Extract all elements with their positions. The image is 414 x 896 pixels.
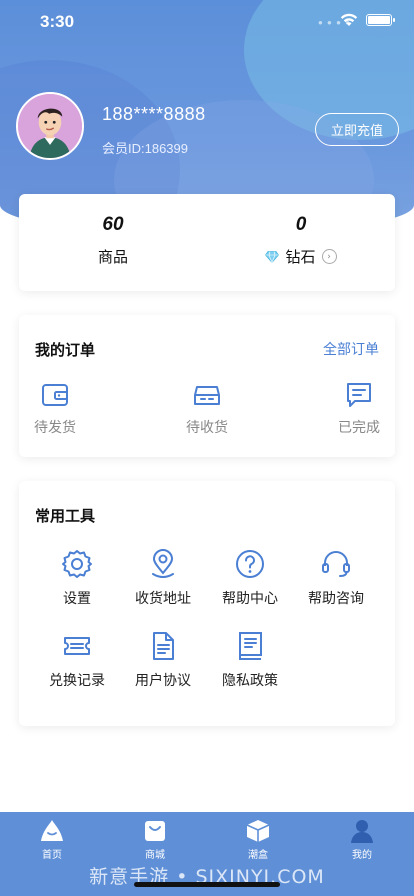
ticket-icon [64, 637, 90, 655]
order-pending-receipt[interactable]: 待收货 [167, 381, 247, 437]
tool-label: 用户协议 [135, 673, 191, 689]
status-bar: 3:30 ● ● ● ● [0, 0, 414, 44]
stat-products[interactable]: 60 商品 [19, 214, 207, 267]
stats-card: 60 商品 0 钻石 › [19, 194, 395, 291]
book-icon [239, 632, 262, 660]
tools-title: 常用工具 [35, 507, 96, 525]
tool-user-agreement[interactable]: 用户协议 [120, 630, 206, 690]
tools-card: 常用工具 设置 收货地址 帮助中心 帮助咨询 兑换记录 用户协议 隐私政策 [19, 481, 395, 726]
document-icon [153, 632, 174, 660]
orders-card: 我的订单 全部订单 待发货 待收货 已完成 [19, 315, 395, 457]
order-completed[interactable]: 已完成 [319, 381, 399, 437]
tab-label: 商城 [145, 850, 165, 861]
wifi-icon [340, 13, 358, 26]
tab-label: 我的 [352, 850, 372, 861]
gear-icon [62, 550, 92, 578]
tab-mine[interactable]: 我的 [322, 818, 402, 861]
tool-privacy-policy[interactable]: 隐私政策 [207, 630, 293, 690]
headset-icon [322, 551, 350, 577]
avatar[interactable] [16, 92, 84, 160]
tab-label: 首页 [42, 850, 62, 861]
inbox-icon [194, 386, 220, 405]
chevron-right-icon[interactable]: › [321, 249, 337, 264]
home-icon [41, 820, 63, 841]
status-time: 3:30 [40, 12, 75, 31]
shopping-bag-icon [145, 821, 165, 841]
tool-address[interactable]: 收货地址 [120, 548, 206, 608]
profile-icon [351, 820, 373, 843]
tool-label: 设置 [63, 591, 91, 607]
box-icon [246, 820, 270, 842]
tool-help-center[interactable]: 帮助中心 [207, 548, 293, 608]
battery-icon [366, 14, 395, 26]
orders-title: 我的订单 [35, 341, 96, 359]
tool-label: 兑换记录 [49, 673, 105, 689]
stat-label: 钻石 [285, 248, 316, 266]
wallet-icon [42, 384, 68, 406]
order-pending-shipment[interactable]: 待发货 [15, 381, 95, 437]
message-icon [347, 383, 371, 407]
all-orders-link[interactable]: 全部订单 [323, 339, 379, 359]
tool-label: 帮助中心 [222, 591, 278, 607]
stat-diamonds[interactable]: 0 钻石 › [207, 214, 395, 267]
user-phone: 188****8888 [102, 104, 206, 124]
question-icon [236, 550, 264, 578]
stat-value: 60 [102, 214, 124, 235]
order-label: 已完成 [338, 420, 380, 436]
avatar-illustration [18, 94, 82, 158]
tab-home[interactable]: 首页 [12, 818, 92, 861]
tab-mall[interactable]: 商城 [115, 818, 195, 861]
tool-help-consult[interactable]: 帮助咨询 [293, 548, 379, 608]
stat-label: 商品 [97, 248, 128, 266]
tool-label: 帮助咨询 [308, 591, 364, 607]
diamond-icon [265, 250, 280, 263]
location-icon [152, 549, 174, 578]
order-label: 待发货 [34, 420, 76, 436]
tool-label: 收货地址 [135, 591, 191, 607]
tool-label: 隐私政策 [222, 673, 278, 689]
order-label: 待收货 [186, 420, 228, 436]
tool-settings[interactable]: 设置 [34, 548, 120, 608]
tool-redeem-history[interactable]: 兑换记录 [34, 630, 120, 690]
stat-value: 0 [295, 214, 307, 235]
tab-label: 潮盒 [248, 850, 268, 861]
home-indicator [134, 882, 280, 887]
member-id: 会员ID:186399 [102, 141, 188, 156]
recharge-button[interactable]: 立即充值 [315, 113, 399, 146]
tab-blind-box[interactable]: 潮盒 [218, 818, 298, 861]
